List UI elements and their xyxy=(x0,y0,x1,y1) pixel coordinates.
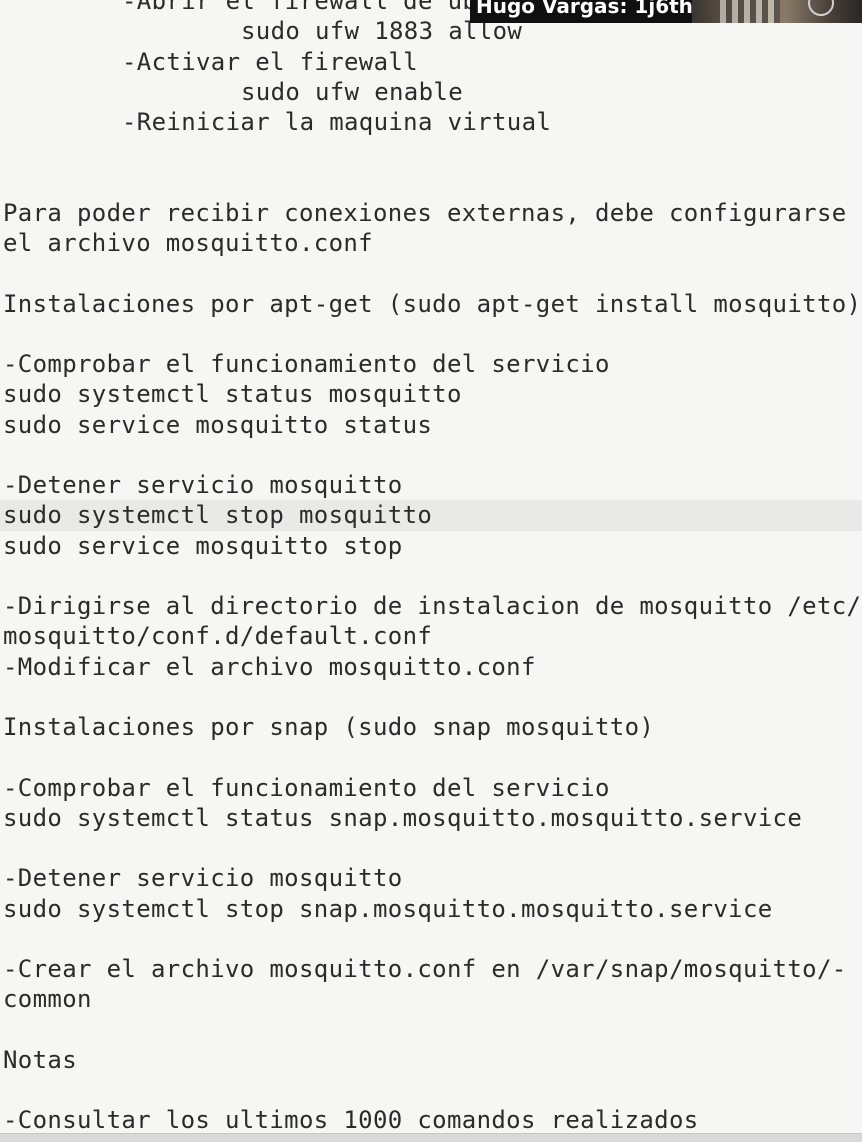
editor-line[interactable]: sudo service mosquitto stop xyxy=(0,531,862,561)
editor-line[interactable]: Notas xyxy=(0,1045,862,1075)
editor-line[interactable]: sudo service mosquitto status xyxy=(0,410,862,440)
editor-line[interactable] xyxy=(0,924,862,954)
bottom-scrollbar[interactable] xyxy=(0,1133,862,1142)
participant-name-label: Hugo Vargas: 1j6th4 xyxy=(476,0,707,18)
editor-line[interactable]: -Detener servicio mosquitto xyxy=(0,863,862,893)
editor-line[interactable] xyxy=(0,742,862,772)
editor-lines: -Abrir el firewall de ubuntu sudo ufw 188… xyxy=(0,0,862,1136)
video-call-overlay: Hugo Vargas: 1j6th4 xyxy=(470,0,862,23)
editor-line[interactable]: -Modificar el archivo mosquitto.conf xyxy=(0,652,862,682)
editor-line[interactable]: sudo ufw enable xyxy=(0,77,862,107)
editor-line[interactable] xyxy=(0,319,862,349)
editor-line[interactable]: sudo systemctl stop snap.mosquitto.mosqu… xyxy=(0,894,862,924)
editor-line[interactable]: -Consultar los ultimos 1000 comandos rea… xyxy=(0,1105,862,1135)
editor-line[interactable]: -Detener servicio mosquitto xyxy=(0,470,862,500)
editor-line[interactable]: -Reiniciar la maquina virtual xyxy=(0,107,862,137)
editor-line[interactable] xyxy=(0,137,862,167)
editor-line[interactable]: -Activar el firewall xyxy=(0,47,862,77)
editor-line[interactable]: Instalaciones por snap (sudo snap mosqui… xyxy=(0,712,862,742)
editor-line[interactable] xyxy=(0,258,862,288)
editor-line[interactable]: mosquitto/conf.d/default.conf xyxy=(0,621,862,651)
editor-line[interactable]: -Comprobar el funcionamiento del servici… xyxy=(0,773,862,803)
editor-line[interactable] xyxy=(0,682,862,712)
editor-line[interactable]: sudo systemctl status snap.mosquitto.mos… xyxy=(0,803,862,833)
video-thumbnail-detail xyxy=(720,0,780,23)
editor-line[interactable] xyxy=(0,833,862,863)
editor-line[interactable] xyxy=(0,1075,862,1105)
editor-line[interactable] xyxy=(0,1015,862,1045)
editor-line[interactable]: common xyxy=(0,984,862,1014)
text-editor[interactable]: -Abrir el firewall de ubuntu sudo ufw 188… xyxy=(0,0,862,1142)
editor-line[interactable] xyxy=(0,440,862,470)
editor-line[interactable] xyxy=(0,168,862,198)
editor-line[interactable]: -Dirigirse al directorio de instalacion … xyxy=(0,591,862,621)
editor-line[interactable]: -Crear el archivo mosquitto.conf en /var… xyxy=(0,954,862,984)
editor-line[interactable]: sudo systemctl status mosquitto xyxy=(0,379,862,409)
editor-line-current[interactable]: sudo systemctl stop mosquitto xyxy=(0,500,862,531)
editor-line[interactable] xyxy=(0,561,862,591)
editor-line[interactable]: Instalaciones por apt-get (sudo apt-get … xyxy=(0,289,862,319)
editor-line[interactable]: -Comprobar el funcionamiento del servici… xyxy=(0,349,862,379)
editor-line[interactable]: Para poder recibir conexiones externas, … xyxy=(0,198,862,228)
editor-line[interactable]: el archivo mosquitto.conf xyxy=(0,228,862,258)
